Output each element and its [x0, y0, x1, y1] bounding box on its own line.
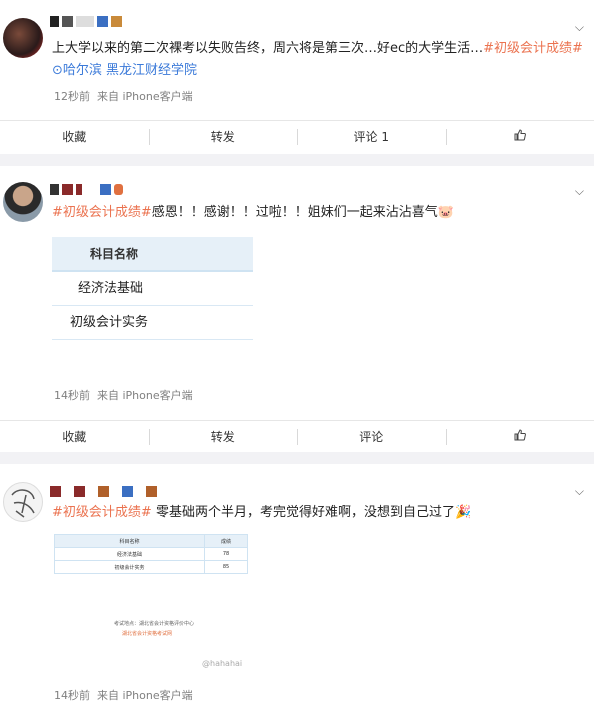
topic-tag[interactable]: #初级会计成绩#	[52, 505, 152, 520]
timestamp[interactable]: 14秒前	[54, 389, 90, 402]
name-block	[62, 15, 73, 27]
name-block	[50, 15, 59, 27]
score-table-header: 科目名称	[52, 237, 253, 272]
action-bar: 收藏 转发 评论	[0, 420, 594, 453]
post-image[interactable]: 科目名称 成绩 经济法基础 78 初级会计实务 85 考试地点：湖北省会计资格评…	[54, 534, 252, 674]
timestamp[interactable]: 12秒前	[54, 90, 90, 103]
name-block	[62, 183, 73, 195]
name-block	[74, 485, 85, 497]
source[interactable]: 来自 iPhone客户端	[97, 90, 193, 103]
thumbs-up-icon	[514, 129, 526, 141]
image-note: 考试地点：湖北省会计资格评价中心	[114, 621, 195, 627]
post-text: #初级会计成绩#感恩！！感谢！！过啦！！姐妹们一起来沾沾喜气🐷	[52, 205, 454, 220]
forward-button[interactable]: 转发	[148, 128, 298, 146]
username[interactable]	[50, 182, 123, 196]
score-table: 科目名称 成绩 经济法基础 78 初级会计实务 85	[54, 534, 248, 574]
avatar[interactable]	[3, 182, 43, 222]
post-2: ⌵ #初级会计成绩#感恩！！感谢！！过啦！！姐妹们一起来沾沾喜气🐷 科目名称 经…	[0, 166, 594, 452]
username[interactable]	[50, 484, 157, 498]
score-table-cell: 85	[204, 560, 248, 574]
name-block	[111, 15, 122, 27]
avatar[interactable]	[3, 18, 43, 58]
post-3: ⌵ #初级会计成绩# 零基础两个半月，考完觉得好难啊，没想到自己过了🎉 科目名称…	[0, 464, 594, 708]
feed-separator	[0, 154, 594, 166]
post-1: ⌵ 上大学以来的第二次裸考以失败告终，周六将是第三次…好ec的大学生活…#初级会…	[0, 0, 594, 154]
image-note: 湖北省会计资格考试网	[122, 631, 173, 637]
celebrate-emoji-icon: 🎉	[454, 505, 472, 520]
score-table-row: 初级会计实务	[52, 306, 253, 340]
score-table-cell: 初级会计实务	[54, 560, 205, 574]
post-text: 上大学以来的第二次裸考以失败告终，周六将是第三次…好ec的大学生活…#初级会计成…	[52, 41, 583, 56]
score-table-header: 成绩	[204, 534, 248, 548]
thumbs-up-icon	[514, 429, 526, 441]
name-block	[122, 485, 133, 497]
score-table-header: 科目名称	[54, 534, 205, 548]
topic-tag[interactable]: #初级会计成绩#	[52, 205, 152, 220]
name-block	[85, 183, 97, 195]
location-pin-icon: ⊙	[52, 63, 63, 78]
feed-separator	[0, 452, 594, 464]
source[interactable]: 来自 iPhone客户端	[97, 389, 193, 402]
source[interactable]: 来自 iPhone客户端	[97, 689, 193, 702]
name-block	[50, 183, 59, 195]
post-meta: 14秒前 来自 iPhone客户端	[54, 387, 193, 403]
forward-button[interactable]: 转发	[148, 428, 298, 446]
action-bar: 收藏 转发 评论 1	[0, 120, 594, 153]
name-block	[98, 485, 109, 497]
comment-button[interactable]: 评论 1	[297, 128, 446, 146]
location-link[interactable]: ⊙哈尔滨 黑龙江财经学院	[52, 62, 578, 80]
timestamp[interactable]: 14秒前	[54, 689, 90, 702]
chevron-down-icon[interactable]: ⌵	[575, 484, 584, 499]
image-watermark: @hahahai	[202, 659, 243, 668]
like-button[interactable]	[445, 128, 594, 146]
comment-button[interactable]: 评论	[297, 428, 446, 446]
collect-button[interactable]: 收藏	[0, 428, 149, 446]
avatar[interactable]	[3, 482, 43, 522]
sketch-avatar-icon	[11, 489, 35, 518]
post-image[interactable]: 科目名称 经济法基础 初级会计实务	[52, 237, 253, 342]
name-block	[97, 15, 108, 27]
pig-emoji-icon: 🐷	[437, 205, 454, 220]
score-table-row: 经济法基础	[52, 272, 253, 306]
post-meta: 14秒前 来自 iPhone客户端	[54, 687, 193, 703]
post-meta: 12秒前 来自 iPhone客户端	[54, 88, 193, 104]
name-block	[76, 15, 94, 27]
username[interactable]	[50, 14, 122, 28]
name-block	[50, 485, 61, 497]
name-block	[146, 485, 157, 497]
name-block	[76, 183, 82, 195]
score-table-cell: 经济法基础	[54, 547, 205, 561]
topic-tag[interactable]: #初级会计成绩#	[483, 41, 583, 56]
like-button[interactable]	[445, 428, 594, 446]
name-block	[100, 183, 111, 195]
post-text: #初级会计成绩# 零基础两个半月，考完觉得好难啊，没想到自己过了🎉	[52, 505, 472, 520]
score-table-cell: 78	[204, 547, 248, 561]
vip-badge-icon[interactable]	[114, 183, 123, 195]
chevron-down-icon[interactable]: ⌵	[575, 20, 584, 35]
collect-button[interactable]: 收藏	[0, 128, 149, 146]
chevron-down-icon[interactable]: ⌵	[575, 184, 584, 199]
